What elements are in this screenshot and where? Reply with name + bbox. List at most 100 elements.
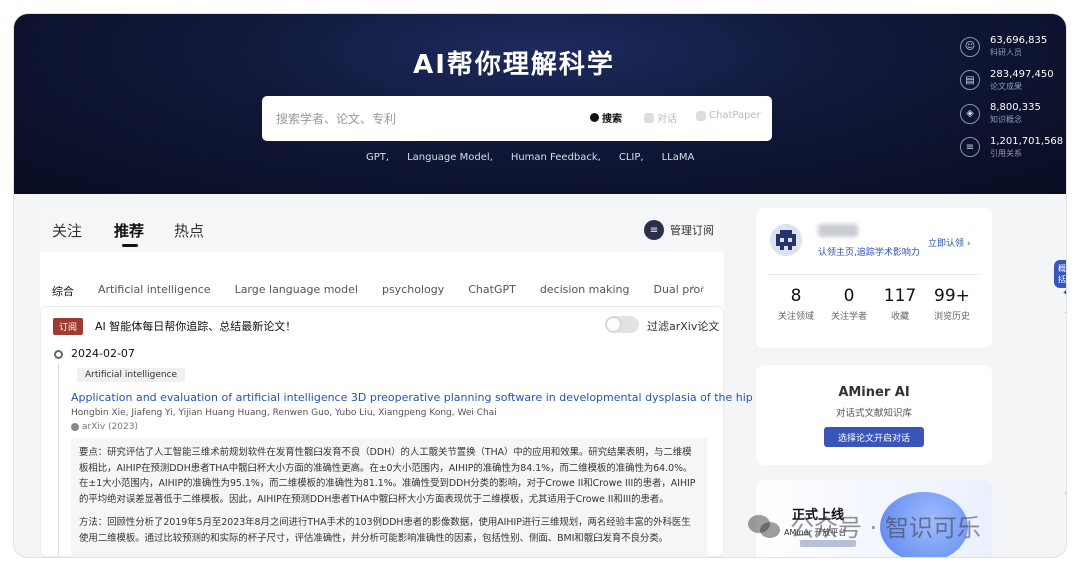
tab-follow[interactable]: 关注 — [52, 220, 82, 241]
stat-label: 论文成果 — [990, 81, 1022, 91]
paper-topic-tag[interactable]: Artificial intelligence — [77, 368, 186, 382]
pstat-value: 0 — [843, 286, 855, 306]
chatpaper-button-label: ChatPaper — [709, 110, 761, 121]
ai-card-title: AMiner AI — [838, 385, 910, 400]
stat-value: 283,497,450 — [990, 68, 1054, 80]
pstat-label: 关注学者 — [830, 312, 867, 322]
feed-date: 2024-02-07 — [71, 347, 135, 360]
toggle-knob — [607, 318, 620, 331]
globe-icon — [71, 423, 79, 431]
timeline-dot-icon — [54, 350, 63, 359]
search-input[interactable] — [276, 108, 576, 130]
paper-feed: 订阅 AI 智能体每日帮你追踪、总结最新论文！ 过滤arXiv论文 2024-0… — [40, 306, 753, 557]
category-item[interactable]: ChatGPT — [468, 283, 516, 299]
profile-stat-history[interactable]: 99+ 浏览历史 — [928, 286, 976, 322]
manage-subscription-label: 管理订阅 — [670, 224, 714, 237]
subscribe-badge: 订阅 — [53, 318, 84, 335]
stat-value: 63,696,835 — [990, 35, 1048, 47]
category-item[interactable]: psychology — [382, 283, 444, 299]
concept-icon: ◈ — [960, 103, 980, 124]
keyword-link[interactable]: CLIP, — [619, 152, 644, 163]
feed-panel: 关注 推荐 热点 ≡ 管理订阅 综合 Artificial intelligen… — [40, 208, 753, 557]
keyword-link[interactable]: Human Feedback, — [511, 152, 601, 163]
keyword-link[interactable]: Language Model, — [407, 152, 493, 163]
keyword-link[interactable]: LLaMA — [662, 152, 695, 163]
subscribe-banner-text: AI 智能体每日帮你追踪、总结最新论文！ — [95, 320, 297, 333]
summary-side-tab[interactable]: 概括 — [1054, 260, 1066, 288]
menu-icon: ≡ — [644, 220, 664, 240]
float-icon[interactable]: ✧ — [1064, 308, 1066, 319]
wechat-icon — [748, 513, 782, 539]
arxiv-filter-toggle[interactable] — [605, 316, 639, 333]
dialog-button[interactable]: 对话 — [644, 110, 677, 125]
stat-researchers: ☺ 63,696,835 科研人员 — [960, 30, 1060, 64]
pstat-value: 117 — [883, 286, 917, 306]
profile-stat-fields[interactable]: 8 关注领域 — [774, 286, 818, 322]
claim-label: 立即认领 — [928, 239, 965, 249]
keyword-link[interactable]: GPT, — [366, 152, 389, 163]
sparkle-icon[interactable]: ✦ — [1062, 288, 1066, 299]
hero-title: AI帮你理解科学 — [413, 50, 615, 80]
watermark-text: 公众号 · 智识可乐 — [790, 514, 981, 542]
stat-value: 1,201,701,568 — [990, 135, 1064, 147]
profile-subtitle[interactable]: 认领主页,追踪学术影响力 — [818, 245, 920, 258]
manage-subscription-button[interactable]: ≡ 管理订阅 — [644, 220, 714, 240]
paper-icon: ▤ — [960, 70, 980, 91]
pstat-value: 8 — [790, 286, 802, 306]
chevron-left-icon[interactable]: ‹ — [690, 281, 700, 294]
citation-icon: ≡ — [960, 137, 980, 158]
aminer-ai-card: AMiner AI 对话式文献知识库 选择论文开启对话 — [756, 365, 992, 465]
feed-tabs: 关注 推荐 热点 ≡ 管理订阅 — [40, 208, 724, 252]
search-icon — [590, 113, 599, 122]
profile-stat-favorites[interactable]: 117 收藏 — [880, 286, 920, 322]
tab-recommend[interactable]: 推荐 — [114, 220, 144, 241]
category-item[interactable]: Large language model — [235, 283, 358, 299]
divider — [768, 274, 980, 275]
category-item[interactable]: Artificial intelligence — [98, 283, 211, 299]
hero-banner: AI帮你理解科学 搜索 对话 ChatPaper GPT, Language M… — [14, 14, 1066, 194]
paper-title-link[interactable]: Application and evaluation of artificial… — [71, 391, 753, 404]
timeline-line — [58, 363, 59, 557]
app-window: AI帮你理解科学 搜索 对话 ChatPaper GPT, Language M… — [14, 14, 1066, 557]
category-item[interactable]: 综合 — [52, 283, 74, 299]
chatpaper-button[interactable]: ChatPaper — [696, 110, 761, 121]
category-scroll-arrows: ‹› — [690, 281, 711, 294]
summary-method: 方法：回顾性分析了2019年5月至2023年8月之间进行THA手术的103例DD… — [79, 517, 691, 544]
platform-stats: ☺ 63,696,835 科研人员 ▤ 283,497,450 论文成果 ◈ 8,8… — [960, 30, 1064, 165]
search-button[interactable]: 搜索 — [590, 110, 622, 125]
active-tab-indicator — [122, 244, 138, 247]
arxiv-filter-label: 过滤arXiv论文 — [647, 320, 720, 333]
start-chat-button[interactable]: 选择论文开启对话 — [824, 427, 924, 447]
pstat-label: 浏览历史 — [933, 312, 970, 322]
stat-citations: ≡ 1,201,701,568 引用关系 — [960, 131, 1064, 165]
tab-hot[interactable]: 热点 — [174, 220, 204, 241]
summary-key-points: 要点：研究评估了人工智能三维术前规划软件在发育性髋臼发育不良（DDH）的人工髋关… — [79, 447, 696, 505]
profile-stat-scholars[interactable]: 0 关注学者 — [827, 286, 871, 322]
pstat-label: 关注领域 — [777, 312, 814, 322]
avatar[interactable] — [770, 224, 802, 256]
claim-profile-link[interactable]: 立即认领 › — [928, 236, 971, 249]
category-bar: 综合 Artificial intelligence Large languag… — [52, 283, 702, 299]
paper-authors: Hongbin Xie, Jiafeng Yi, Yijian Huang Hu… — [71, 408, 497, 418]
stat-value: 8,800,335 — [990, 102, 1041, 114]
profile-card: 认领主页,追踪学术影响力 立即认领 › 8 关注领域 0 关注学者 117 收藏 99… — [756, 208, 992, 348]
paper-summary: 要点：研究评估了人工智能三维术前规划软件在发育性髋臼发育不良（DDH）的人工髋关… — [71, 438, 707, 557]
stat-label: 科研人员 — [990, 48, 1022, 58]
stat-label: 引用关系 — [990, 148, 1022, 158]
pixel-avatar-icon — [770, 224, 802, 256]
chevron-right-icon[interactable]: › — [700, 281, 710, 294]
chat-icon — [644, 112, 654, 123]
dialog-button-label: 对话 — [657, 114, 677, 125]
search-bar: 搜索 对话 ChatPaper — [262, 96, 772, 141]
category-item[interactable]: decision making — [540, 283, 630, 299]
stat-concepts: ◈ 8,800,335 知识概念 — [960, 97, 1060, 131]
blurred-username — [818, 224, 858, 237]
wechat-watermark: 公众号 · 智识可乐 — [748, 508, 981, 543]
plus-icon[interactable]: + — [1064, 486, 1066, 500]
stat-label: 知识概念 — [990, 115, 1022, 125]
paper-venue: arXiv (2023) — [71, 422, 138, 432]
pstat-value: 99+ — [934, 286, 970, 306]
stat-papers: ▤ 283,497,450 论文成果 — [960, 64, 1060, 98]
chevron-right-icon: › — [966, 239, 971, 249]
researcher-icon: ☺ — [960, 36, 980, 57]
